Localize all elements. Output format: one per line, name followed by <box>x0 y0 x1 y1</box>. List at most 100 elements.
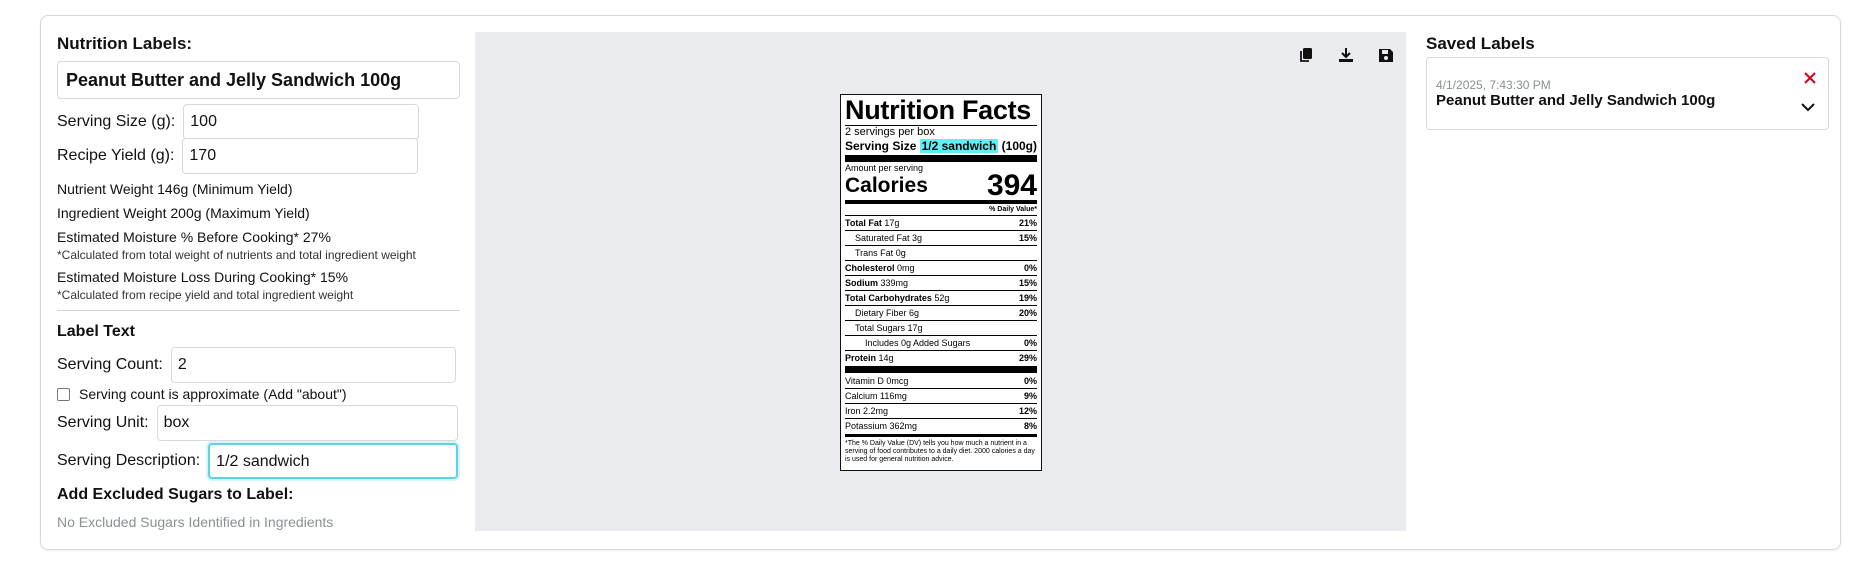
nutrient-row: Potassium 362mg 8% <box>845 419 1037 433</box>
nutrient-name: Trans Fat 0g <box>855 248 906 258</box>
nutrient-row: Vitamin D 0mcg 0% <box>845 374 1037 389</box>
nutrient-name: Total Sugars 17g <box>855 323 923 333</box>
serving-size-input[interactable]: 100 <box>183 104 420 140</box>
nutrient-row: Calcium 116mg 9% <box>845 389 1037 404</box>
recipe-yield-input[interactable]: 170 <box>182 138 419 174</box>
serving-unit-input[interactable]: box <box>156 405 458 441</box>
save-icon <box>1379 49 1393 62</box>
approximate-checkbox-label: Serving count is approximate (Add "about… <box>79 386 347 402</box>
daily-value-percent: 0% <box>1023 376 1037 386</box>
delete-saved-label-button[interactable] <box>1804 68 1816 89</box>
chevron-down-icon <box>1801 103 1815 112</box>
serving-description-input[interactable]: 1/2 sandwich <box>208 443 459 479</box>
daily-value-percent: 9% <box>1023 391 1037 401</box>
serving-unit-row: Serving Unit: box <box>57 405 458 441</box>
recipe-yield-row: Recipe Yield (g): 170 <box>57 138 419 174</box>
nutrient-name: Calcium 116mg <box>845 391 907 401</box>
nutrient-name: Protein 14g <box>845 353 894 363</box>
serving-count-label: Serving Count: <box>57 356 163 373</box>
thick-divider <box>845 155 1037 162</box>
daily-value-percent: 0% <box>1023 263 1037 273</box>
saved-label-item[interactable]: 4/1/2025, 7:43:30 PM Peanut Butter and J… <box>1426 57 1829 130</box>
download-icon <box>1339 48 1353 62</box>
daily-value-percent: 0% <box>1023 338 1037 348</box>
serving-size-heading: Serving Size <box>845 139 917 153</box>
serving-size-description: 1/2 sandwich <box>919 139 999 153</box>
daily-value-header: % Daily Value* <box>845 205 1037 216</box>
excluded-sugars-heading: Add Excluded Sugars to Label: <box>57 486 294 503</box>
thick-divider <box>845 366 1037 373</box>
nutrient-row: Dietary Fiber 6g 20% <box>845 306 1037 321</box>
nutrient-name: Dietary Fiber 6g <box>855 308 920 318</box>
daily-value-percent: 20% <box>1018 308 1037 318</box>
nutrient-name: Sodium 339mg <box>845 278 909 288</box>
recipe-name-input[interactable]: Peanut Butter and Jelly Sandwich 100g <box>57 61 460 99</box>
saved-label-date: 4/1/2025, 7:43:30 PM <box>1436 78 1551 92</box>
label-text-heading: Label Text <box>57 323 135 340</box>
nutrient-row: Sodium 339mg 15% <box>845 276 1037 291</box>
expand-saved-label-button[interactable] <box>1800 100 1816 112</box>
nutrition-labels-heading: Nutrition Labels: <box>57 34 193 53</box>
nutrient-row: Total Carbohydrates 52g 19% <box>845 291 1037 306</box>
nutrient-name: Total Fat 17g <box>845 218 900 228</box>
moisture-loss-text: Estimated Moisture Loss During Cooking* … <box>57 269 349 285</box>
excluded-sugars-empty-text: No Excluded Sugars Identified in Ingredi… <box>57 514 334 530</box>
nutrient-name: Total Carbohydrates 52g <box>845 293 950 303</box>
recipe-yield-label: Recipe Yield (g): <box>57 147 175 164</box>
medium-divider <box>845 434 1037 437</box>
serving-count-input[interactable]: 2 <box>170 347 456 383</box>
serving-size-label: Serving Size (g): <box>57 113 176 130</box>
serving-unit-label: Serving Unit: <box>57 414 149 431</box>
nutrient-name: Cholesterol 0mg <box>845 263 915 273</box>
serving-description-row: Serving Description: 1/2 sandwich <box>57 443 459 479</box>
daily-value-percent: 15% <box>1018 233 1037 243</box>
nutrient-weight-text: Nutrient Weight 146g (Minimum Yield) <box>57 181 293 197</box>
daily-value-percent: 12% <box>1018 406 1037 416</box>
approximate-checkbox[interactable] <box>57 387 70 401</box>
daily-value-percent: 21% <box>1018 218 1037 228</box>
nutrient-row: Protein 14g 29% <box>845 351 1037 365</box>
section-divider <box>57 310 460 311</box>
moisture-loss-note: *Calculated from recipe yield and total … <box>57 288 354 302</box>
copy-button[interactable] <box>1293 42 1319 68</box>
serving-size-grams: (100g) <box>1001 139 1037 153</box>
nutrient-name: Potassium 362mg <box>845 421 918 431</box>
moisture-before-text: Estimated Moisture % Before Cooking* 27% <box>57 229 331 245</box>
save-button[interactable] <box>1373 42 1399 68</box>
serving-size-line: Serving Size 1/2 sandwich (100g) <box>845 139 1037 154</box>
nutrient-name: Saturated Fat 3g <box>855 233 923 243</box>
daily-value-percent: 19% <box>1018 293 1037 303</box>
calories-row: Calories 394 <box>845 169 1037 202</box>
nutrient-row: Includes 0g Added Sugars 0% <box>845 336 1037 351</box>
saved-label-name: Peanut Butter and Jelly Sandwich 100g <box>1436 92 1716 109</box>
close-icon <box>1804 72 1816 84</box>
nutrient-rows: Total Fat 17g 21% Saturated Fat 3g 15% Trans… <box>845 216 1037 365</box>
nutrient-row: Trans Fat 0g <box>845 246 1037 261</box>
calories-value: 394 <box>986 169 1037 202</box>
vitamin-rows: Vitamin D 0mcg 0% Calcium 116mg 9% Iron 2.2m… <box>845 374 1037 433</box>
saved-labels-heading: Saved Labels <box>1426 34 1535 53</box>
daily-value-percent: 8% <box>1023 421 1037 431</box>
nutrient-row: Cholesterol 0mg 0% <box>845 261 1037 276</box>
nutrient-name: Includes 0g Added Sugars <box>865 338 971 348</box>
nutrient-row: Saturated Fat 3g 15% <box>845 231 1037 246</box>
nutrition-facts-label: Nutrition Facts 2 servings per box Servi… <box>840 94 1042 471</box>
daily-value-percent: 29% <box>1018 353 1037 363</box>
serving-description-label: Serving Description: <box>57 452 201 469</box>
copy-icon <box>1300 48 1312 62</box>
nutrient-name: Vitamin D 0mcg <box>845 376 909 386</box>
daily-value-percent: 15% <box>1018 278 1037 288</box>
servings-per-container: 2 servings per box <box>845 126 935 138</box>
ingredient-weight-text: Ingredient Weight 200g (Maximum Yield) <box>57 205 310 221</box>
nutrient-name: Iron 2.2mg <box>845 406 889 416</box>
download-button[interactable] <box>1333 42 1359 68</box>
nutrient-row: Total Fat 17g 21% <box>845 216 1037 231</box>
serving-size-row: Serving Size (g): 100 <box>57 104 420 140</box>
nutrient-row: Total Sugars 17g <box>845 321 1037 336</box>
daily-value-footnote: *The % Daily Value (DV) tells you how mu… <box>845 440 1035 463</box>
moisture-before-note: *Calculated from total weight of nutrien… <box>57 248 416 262</box>
approximate-checkbox-row[interactable]: Serving count is approximate (Add "about… <box>57 386 347 402</box>
nutrient-row: Iron 2.2mg 12% <box>845 404 1037 419</box>
serving-count-row: Serving Count: 2 <box>57 347 456 383</box>
label-preview-panel: Nutrition Facts 2 servings per box Servi… <box>475 32 1406 531</box>
